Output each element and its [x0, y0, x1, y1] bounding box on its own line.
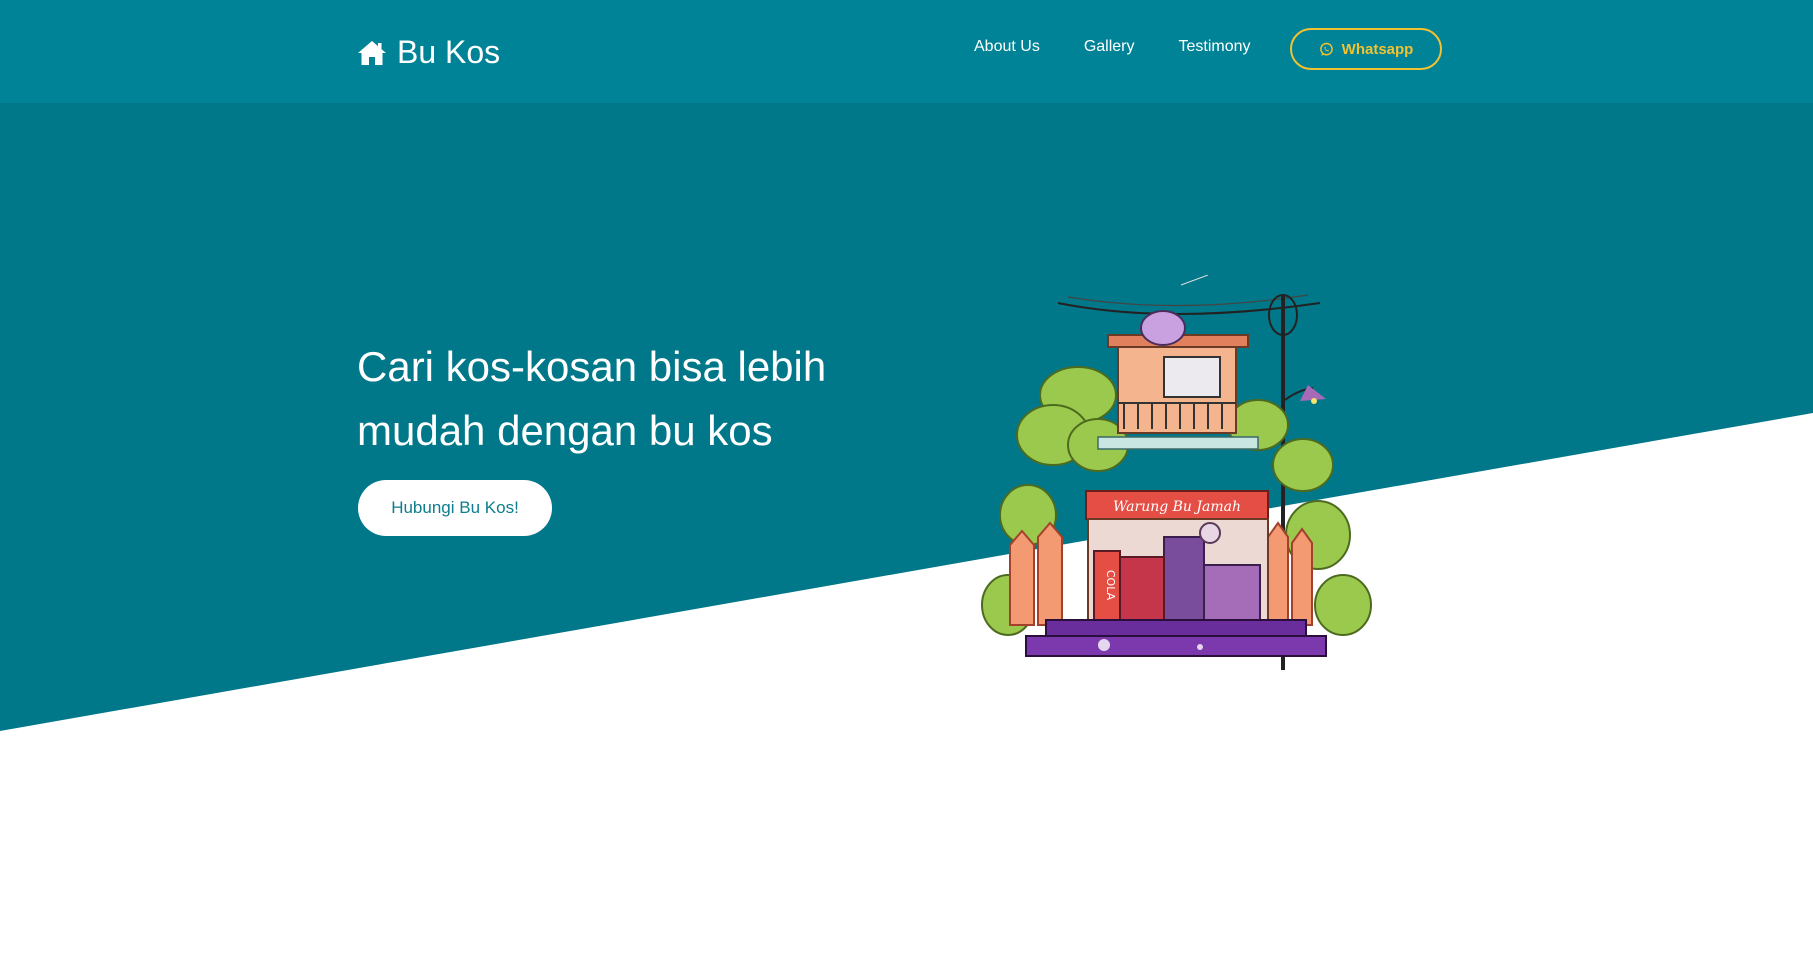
shop-house-illustration: Warung Bu Jamah COLA: [981, 275, 1372, 670]
nav-links: About Us Gallery Testimony: [974, 38, 1295, 56]
page: Bu Kos About Us Gallery Testimony Whatsa…: [0, 0, 1813, 954]
whatsapp-button[interactable]: Whatsapp: [1290, 28, 1442, 70]
hero-title: Cari kos-kosan bisa lebih mudah dengan b…: [357, 343, 827, 454]
brand-link[interactable]: Bu Kos: [357, 34, 500, 71]
whatsapp-icon: [1319, 42, 1333, 56]
nav-item-testimony[interactable]: Testimony: [1179, 38, 1251, 56]
brand-name: Bu Kos: [397, 34, 501, 70]
nav-item-about-us[interactable]: About Us: [974, 38, 1040, 56]
shop-sign-text: Warung Bu Jamah: [1113, 499, 1241, 515]
navbar: Bu Kos About Us Gallery Testimony Whatsa…: [0, 0, 1813, 103]
cola-text: COLA: [1104, 570, 1117, 601]
hero-background: [0, 103, 1813, 731]
home-icon: [358, 40, 386, 65]
nav-item-gallery[interactable]: Gallery: [1084, 38, 1135, 56]
whatsapp-label: Whatsapp: [1341, 40, 1414, 58]
contact-bu-kos-button[interactable]: Hubungi Bu Kos!: [358, 480, 552, 536]
